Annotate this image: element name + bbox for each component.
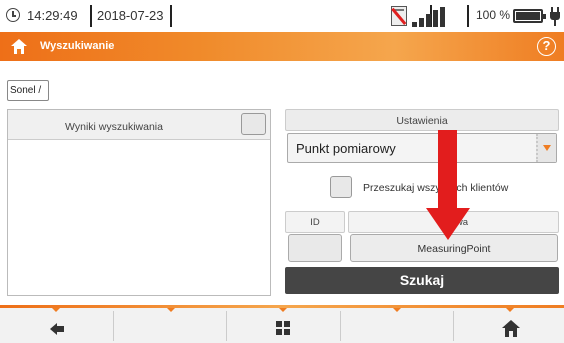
battery-percent: 100 % — [476, 8, 511, 22]
status-divider — [467, 5, 469, 27]
toolbar-empty-button[interactable] — [114, 308, 226, 343]
title-bar: Wyszukiwanie ? — [0, 32, 564, 61]
back-button[interactable] — [0, 308, 113, 343]
status-divider — [170, 5, 172, 27]
search-button[interactable]: Szukaj — [285, 267, 559, 294]
search-type-select[interactable]: Punkt pomiarowy — [287, 133, 557, 163]
battery-icon — [513, 9, 546, 23]
page-title: Wyszukiwanie — [40, 40, 115, 52]
home-icon[interactable] — [11, 39, 27, 54]
status-time: 14:29:49 — [27, 8, 78, 23]
breadcrumb[interactable]: Sonel / — [7, 80, 49, 101]
search-results-panel[interactable]: Wyniki wyszukiwania — [7, 109, 271, 296]
signal-strength-icon — [412, 7, 452, 27]
clock-icon — [6, 8, 20, 22]
select-all-checkbox[interactable] — [241, 113, 266, 135]
annotation-arrow-icon — [438, 130, 457, 210]
id-header: ID — [285, 211, 345, 233]
power-plug-icon — [549, 7, 561, 27]
chevron-down-icon[interactable] — [536, 134, 556, 162]
status-divider — [90, 5, 92, 27]
search-type-value: Punkt pomiarowy — [296, 141, 396, 156]
status-date: 2018-07-23 — [97, 8, 164, 23]
annotation-arrow-head-icon — [426, 208, 470, 240]
toolbar-empty-button[interactable] — [341, 308, 453, 343]
bottom-toolbar — [0, 305, 564, 343]
status-bar: 14:29:49 2018-07-23 100 % — [0, 0, 564, 32]
back-arrow-icon — [50, 323, 64, 335]
home-button[interactable] — [454, 308, 564, 343]
results-header: Wyniki wyszukiwania — [8, 110, 270, 140]
search-all-clients-checkbox[interactable] — [330, 176, 352, 198]
help-icon[interactable]: ? — [537, 37, 556, 56]
home-icon — [502, 320, 520, 337]
sd-card-disabled-icon — [391, 6, 407, 26]
search-all-clients-label: Przeszukaj wszystkich klientów — [363, 182, 509, 194]
menu-button[interactable] — [227, 308, 340, 343]
results-title: Wyniki wyszukiwania — [65, 121, 163, 133]
grid-icon — [276, 321, 290, 335]
id-field[interactable] — [288, 234, 342, 262]
settings-header: Ustawienia — [285, 109, 559, 131]
